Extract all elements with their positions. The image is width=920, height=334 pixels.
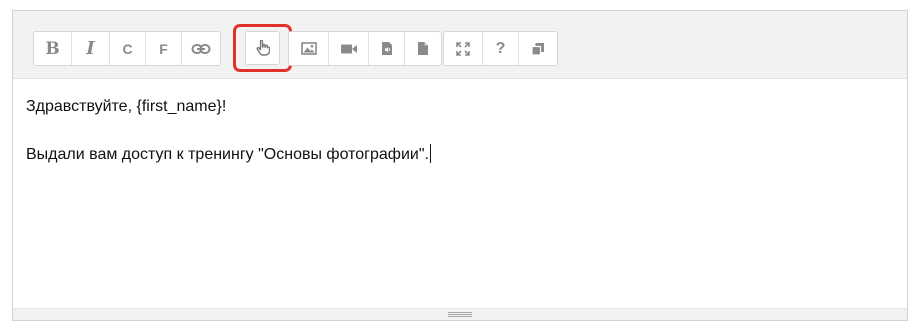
- bold-button[interactable]: B: [34, 32, 72, 65]
- resize-bar: [13, 308, 907, 320]
- highlight-frame: [233, 24, 292, 72]
- pointer-hand-icon: [256, 40, 270, 56]
- bold-icon: B: [45, 38, 60, 59]
- message-line: Выдали вам доступ к тренингу "Основы фот…: [26, 144, 894, 166]
- link-button[interactable]: [182, 32, 220, 65]
- fullscreen-icon: [456, 41, 470, 56]
- formatting-group: B I C F: [33, 31, 221, 66]
- message-text: Выдали вам доступ к тренингу "Основы фот…: [26, 146, 429, 163]
- copy-icon: [531, 42, 544, 56]
- help-button[interactable]: ?: [483, 32, 519, 65]
- audio-button[interactable]: [369, 32, 405, 65]
- editor-toolbar: B I C F ?: [13, 11, 907, 79]
- editor-content-area[interactable]: Здравствуйте, {first_name}! Выдали вам д…: [13, 80, 907, 309]
- video-icon: [340, 44, 357, 53]
- c-button[interactable]: C: [110, 32, 146, 65]
- copy-button[interactable]: [519, 32, 557, 65]
- media-group: [288, 31, 442, 66]
- insert-button-button[interactable]: [245, 31, 280, 65]
- rich-text-editor: B I C F ? Здравствуйте, {first_name}! Вы…: [12, 10, 908, 321]
- image-button[interactable]: [289, 32, 329, 65]
- video-button[interactable]: [329, 32, 369, 65]
- fullscreen-button[interactable]: [444, 32, 483, 65]
- resize-handle[interactable]: [448, 312, 472, 317]
- file-icon: [418, 42, 428, 55]
- italic-icon: I: [86, 38, 95, 59]
- image-icon: [300, 42, 317, 55]
- f-button[interactable]: F: [146, 32, 182, 65]
- greeting-line: Здравствуйте, {first_name}!: [26, 98, 227, 115]
- audio-file-icon: [381, 42, 392, 55]
- view-group: ?: [443, 31, 558, 66]
- italic-button[interactable]: I: [72, 32, 110, 65]
- c-button-label: C: [122, 40, 133, 57]
- link-icon: [191, 43, 211, 54]
- help-icon: ?: [495, 39, 506, 57]
- f-button-label: F: [159, 40, 168, 57]
- file-button[interactable]: [405, 32, 441, 65]
- text-caret: [429, 144, 431, 163]
